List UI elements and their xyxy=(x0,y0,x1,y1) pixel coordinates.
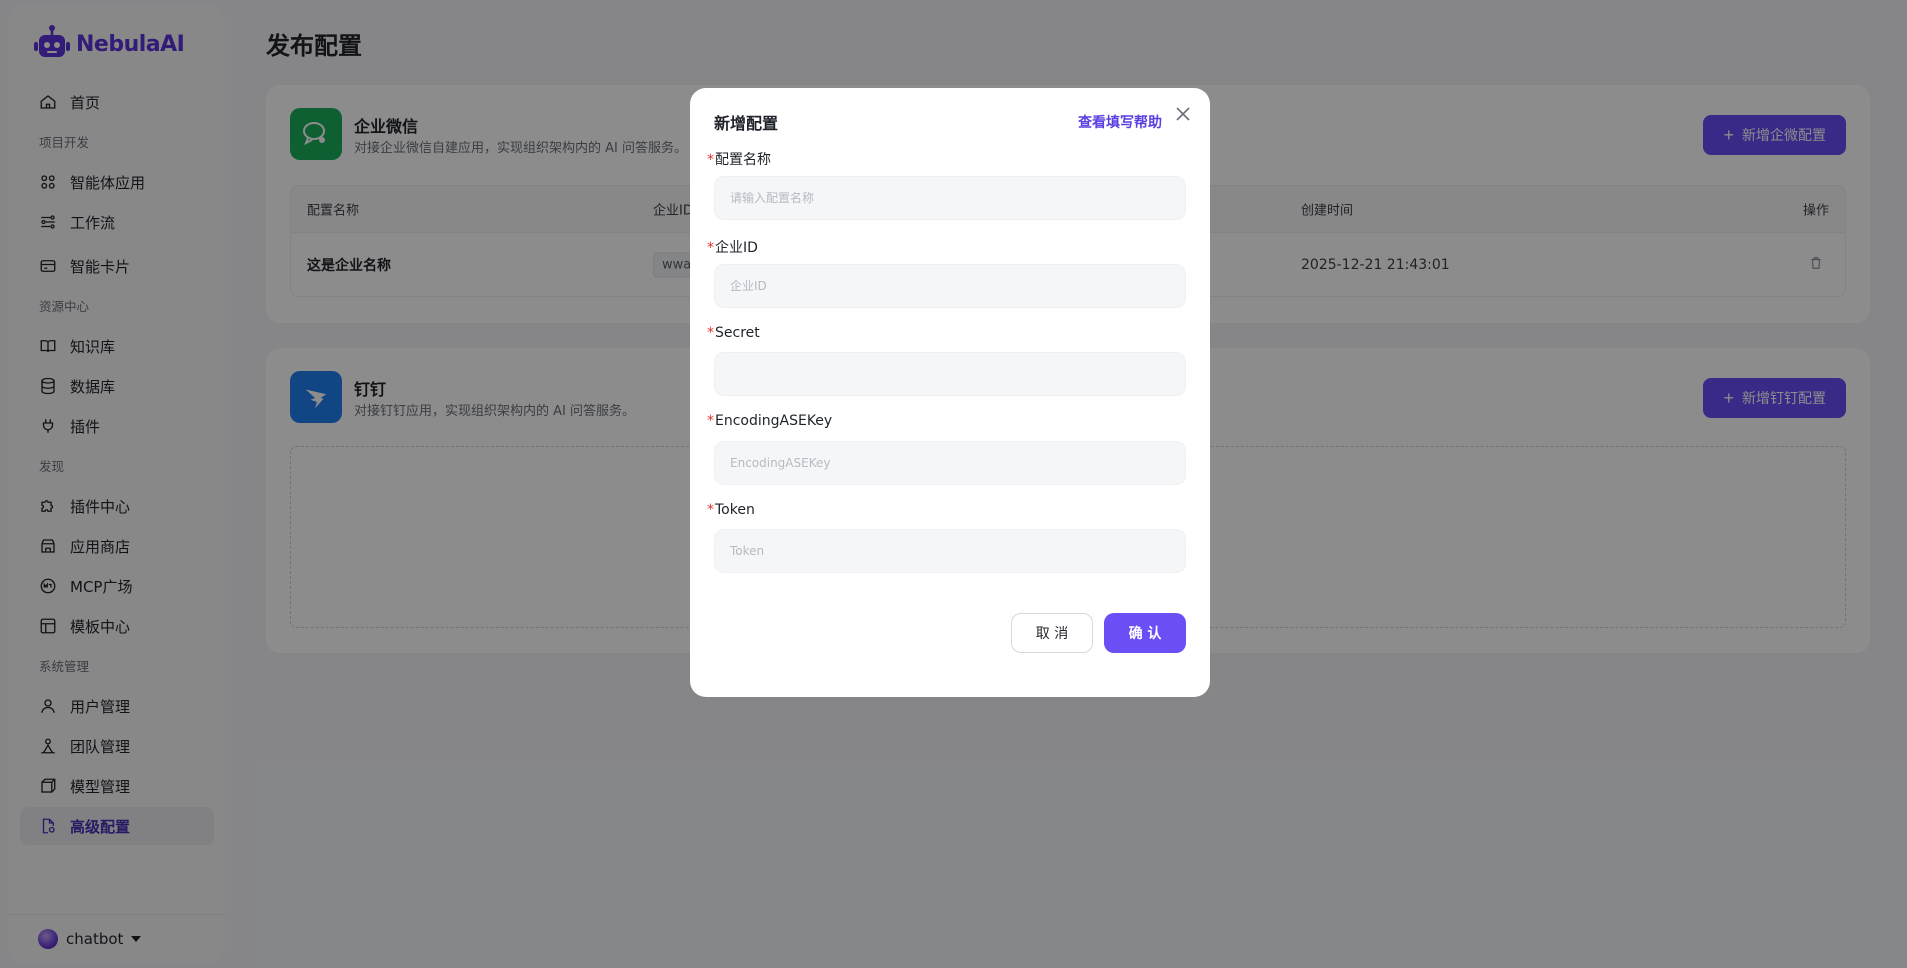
modal-title: 新增配置 xyxy=(714,114,779,133)
field-label-token: *Token xyxy=(707,502,755,518)
field-label-encoding-key: *EncodingASEKey xyxy=(707,413,833,429)
add-config-modal: 新增配置 查看填写帮助 *配置名称 *企业ID *Secret *Encodin… xyxy=(690,88,1210,697)
encoding-key-input[interactable] xyxy=(714,441,1186,485)
field-label-config-name: *配置名称 xyxy=(707,152,771,168)
field-label-secret: *Secret xyxy=(707,325,760,341)
close-icon[interactable] xyxy=(1174,105,1192,123)
field-label-text: EncodingASEKey xyxy=(715,413,833,429)
confirm-button[interactable]: 确 认 xyxy=(1104,613,1186,653)
config-name-input[interactable] xyxy=(714,176,1186,220)
secret-input[interactable] xyxy=(714,352,1186,396)
corp-id-input[interactable] xyxy=(714,264,1186,308)
field-label-corp-id: *企业ID xyxy=(707,240,758,256)
cancel-button[interactable]: 取 消 xyxy=(1011,613,1093,653)
field-label-text: 企业ID xyxy=(715,240,758,256)
field-label-text: Secret xyxy=(715,325,760,341)
field-label-text: 配置名称 xyxy=(715,152,771,168)
field-label-text: Token xyxy=(715,502,755,518)
token-input[interactable] xyxy=(714,529,1186,573)
help-link[interactable]: 查看填写帮助 xyxy=(1078,112,1162,132)
